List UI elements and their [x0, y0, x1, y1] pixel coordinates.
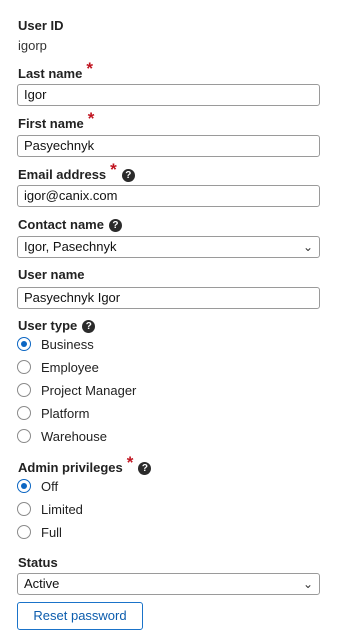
required-marker: * — [126, 453, 134, 472]
user-type-option-business[interactable]: Business — [17, 335, 94, 353]
user-type-label: User type? — [18, 318, 96, 334]
radio-label: Full — [41, 524, 62, 540]
radio-button[interactable] — [17, 406, 31, 420]
first-name-input[interactable]: Pasyechnyk — [17, 135, 320, 157]
chevron-down-icon: ⌄ — [302, 240, 313, 254]
status-select[interactable]: Active ⌄ — [17, 573, 320, 595]
admin-option-off[interactable]: Off — [17, 477, 58, 495]
contact-name-value: Igor, Pasechnyk — [24, 239, 117, 254]
help-circle-icon[interactable]: ? — [108, 219, 122, 232]
radio-label: Off — [41, 478, 59, 494]
radio-button[interactable] — [17, 479, 31, 493]
help-circle-icon[interactable]: ? — [82, 320, 96, 333]
admin-privileges-label: Admin privileges *? — [18, 454, 152, 476]
radio-button[interactable] — [17, 525, 31, 539]
user-type-option-platform[interactable]: Platform — [17, 404, 89, 422]
user-name-label: User name — [18, 267, 85, 282]
email-input[interactable]: igor@canix.com — [17, 185, 320, 207]
user-id-label: User ID — [18, 18, 64, 33]
help-circle-icon[interactable]: ? — [138, 462, 152, 475]
radio-label: Warehouse — [41, 428, 107, 444]
reset-password-button[interactable]: Reset password — [17, 602, 143, 630]
radio-button[interactable] — [17, 502, 31, 516]
required-marker: * — [110, 160, 117, 179]
contact-name-select[interactable]: Igor, Pasechnyk ⌄ — [17, 236, 320, 258]
status-label: Status — [18, 555, 58, 570]
contact-name-label: Contact name? — [18, 217, 122, 233]
last-name-label: Last name * — [18, 59, 93, 81]
help-circle-icon[interactable]: ? — [121, 169, 135, 182]
user-type-option-project-manager[interactable]: Project Manager — [17, 381, 136, 399]
radio-button[interactable] — [17, 429, 31, 443]
user-id-value: igorp — [18, 38, 47, 53]
radio-label: Business — [41, 336, 94, 352]
radio-label: Project Manager — [41, 382, 137, 398]
radio-label: Limited — [41, 501, 83, 517]
radio-label: Platform — [41, 405, 90, 421]
user-type-option-employee[interactable]: Employee — [17, 358, 99, 376]
radio-button[interactable] — [17, 383, 31, 397]
required-marker: * — [86, 59, 93, 78]
admin-option-full[interactable]: Full — [17, 523, 62, 541]
chevron-down-icon: ⌄ — [302, 577, 313, 591]
first-name-label: First name * — [18, 109, 95, 131]
user-name-input[interactable]: Pasyechnyk Igor — [17, 287, 320, 309]
radio-button[interactable] — [17, 337, 31, 351]
user-type-option-warehouse[interactable]: Warehouse — [17, 427, 107, 445]
radio-button[interactable] — [17, 360, 31, 374]
last-name-input[interactable]: Igor — [17, 84, 320, 106]
admin-option-limited[interactable]: Limited — [17, 500, 83, 518]
radio-label: Employee — [41, 359, 99, 375]
email-label: Email address *? — [18, 161, 135, 183]
status-value: Active — [24, 576, 60, 591]
required-marker: * — [87, 109, 95, 128]
